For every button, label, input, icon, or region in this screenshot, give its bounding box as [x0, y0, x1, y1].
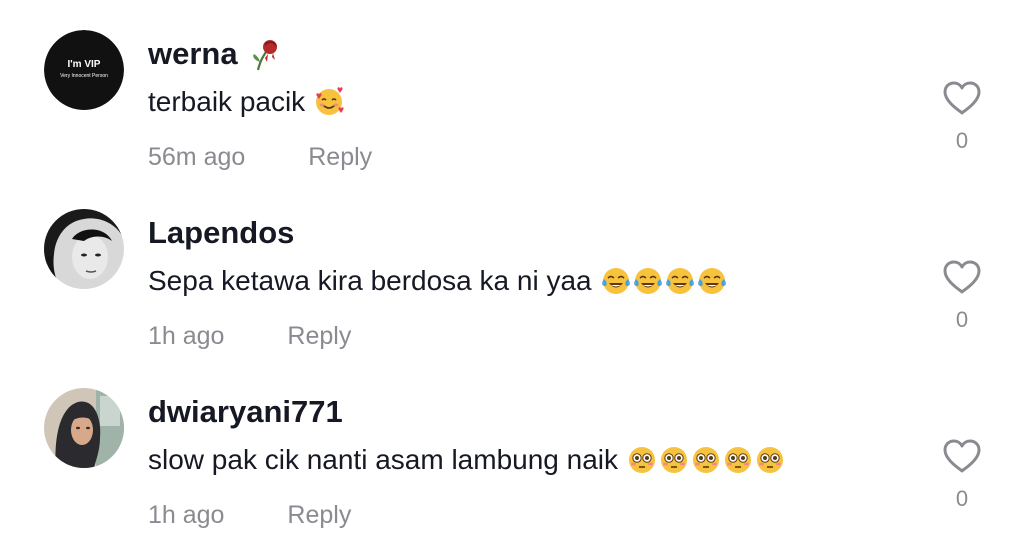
- flushed-face-icon: [722, 444, 754, 476]
- like-count: 0: [955, 486, 969, 511]
- comment-item: Lapendos Sepa ketawa kira berdosa ka ni …: [0, 179, 1032, 357]
- emoji-group: [600, 265, 728, 297]
- comment-text: Sepa ketawa kira berdosa ka ni yaa: [148, 261, 728, 301]
- tears-of-joy-icon: [696, 265, 728, 297]
- comment-text-label: slow pak cik nanti asam lambung naik: [148, 444, 619, 475]
- like-group: 0: [940, 438, 984, 512]
- timestamp: 1h ago: [148, 501, 225, 529]
- comment-list: I'm VIP Very Innocent Person werna terba…: [0, 0, 1032, 552]
- wilted-rose-icon: [248, 36, 284, 72]
- comment-text: slow pak cik nanti asam lambung naik: [148, 440, 786, 480]
- reply-button[interactable]: Reply: [308, 143, 372, 171]
- like-count: 0: [955, 128, 969, 153]
- flushed-face-icon: [626, 444, 658, 476]
- comment-text: terbaik pacik: [148, 82, 345, 122]
- tears-of-joy-icon: [600, 265, 632, 297]
- username[interactable]: Lapendos: [148, 213, 294, 253]
- avatar-line1: I'm VIP: [68, 59, 101, 70]
- reply-button[interactable]: Reply: [287, 501, 351, 529]
- tears-of-joy-icon: [632, 265, 664, 297]
- like-group: 0: [940, 259, 984, 333]
- tears-of-joy-icon: [664, 265, 696, 297]
- comment-meta: 1h ago Reply: [148, 319, 351, 353]
- user-photo-avatar: [44, 388, 124, 468]
- like-count: 0: [955, 307, 969, 332]
- comment-item: dwiaryani771 slow pak cik nanti asam lam…: [0, 358, 1032, 536]
- username-label: Lapendos: [148, 215, 295, 250]
- flushed-face-icon: [658, 444, 690, 476]
- emoji-group: [626, 444, 786, 476]
- flushed-face-icon: [754, 444, 786, 476]
- username[interactable]: dwiaryani771: [148, 392, 343, 432]
- emoji-group: [313, 86, 345, 118]
- avatar[interactable]: [44, 209, 124, 289]
- timestamp: 1h ago: [148, 322, 225, 350]
- comment-text-label: terbaik pacik: [148, 86, 306, 117]
- comment-meta: 1h ago Reply: [148, 498, 351, 532]
- heart-icon[interactable]: [942, 80, 982, 116]
- heart-icon[interactable]: [942, 438, 982, 474]
- timestamp: 56m ago: [148, 143, 246, 171]
- smiling-face-with-hearts-icon: [313, 86, 345, 118]
- user-photo-avatar: [44, 209, 124, 289]
- heart-icon[interactable]: [942, 259, 982, 295]
- username-label: werna: [148, 36, 238, 71]
- avatar-line2: Very Innocent Person: [60, 73, 108, 79]
- username-label: dwiaryani771: [148, 394, 343, 429]
- flushed-face-icon: [690, 444, 722, 476]
- reply-button[interactable]: Reply: [287, 322, 351, 350]
- username[interactable]: werna: [148, 34, 284, 74]
- vip-avatar-image: I'm VIP Very Innocent Person: [44, 30, 124, 110]
- comment-text-label: Sepa ketawa kira berdosa ka ni yaa: [148, 265, 592, 296]
- like-group: 0: [940, 80, 984, 154]
- avatar[interactable]: [44, 388, 124, 468]
- comment-item: I'm VIP Very Innocent Person werna terba…: [0, 0, 1032, 178]
- avatar[interactable]: I'm VIP Very Innocent Person: [44, 30, 124, 110]
- comment-meta: 56m ago Reply: [148, 140, 372, 174]
